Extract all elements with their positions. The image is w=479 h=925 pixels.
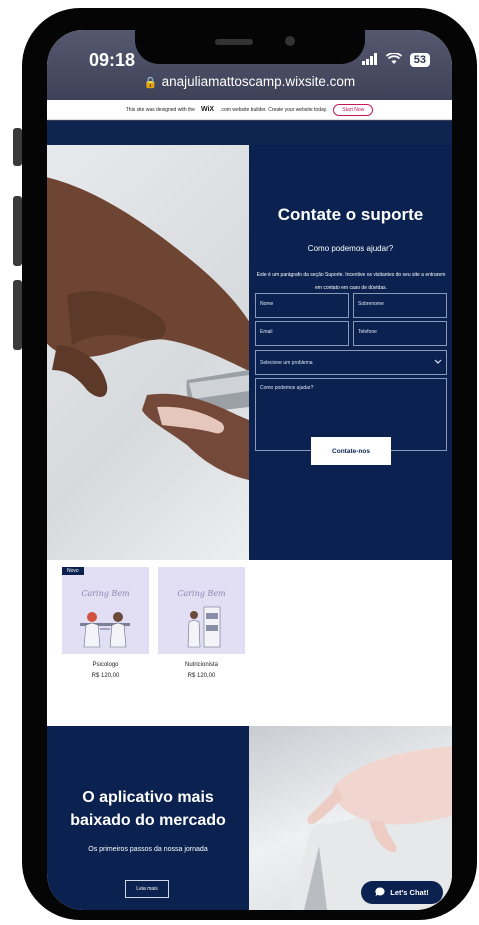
support-subtitle: Como podemos ajudar? [307, 244, 394, 253]
app-title: O aplicativo mais baixado do mercado [47, 786, 249, 832]
lock-icon: 🔒 [143, 77, 158, 89]
mute-switch [13, 128, 22, 166]
site-header [47, 121, 452, 145]
products-gallery: Novo Caring Bem Psicologo R$ 120,00 Cari… [47, 560, 452, 726]
chevron-down-icon [434, 359, 442, 367]
status-time: 09:18 [89, 50, 136, 70]
wifi-icon [385, 52, 402, 68]
name-field[interactable]: Nome [255, 293, 349, 318]
phone-notch [135, 30, 365, 64]
chat-label: Let's Chat! [390, 888, 429, 897]
hands-phone-image [47, 145, 249, 560]
app-subtitle: Os primeiros passos da nossa jornada [88, 846, 208, 853]
speaker-grille [215, 39, 253, 45]
product-price: R$ 120,00 [91, 673, 120, 679]
status-icons: 53 [361, 52, 430, 68]
product-name[interactable]: Nutricionista [158, 662, 245, 668]
phone-screen: 09:18 53 🔒 anajuliamattoscamp.wixsite.com… [47, 30, 452, 910]
wix-logo[interactable]: WiX [201, 106, 214, 113]
front-camera [285, 36, 295, 46]
signal-icon [361, 52, 378, 68]
app-title-line1: O aplicativo mais [82, 789, 214, 806]
wix-banner-text-start: This site was designed with the [125, 106, 195, 113]
start-now-button[interactable]: Start Now [333, 103, 374, 116]
support-paragraph: Este é um parágrafo da seção Suporte. In… [256, 272, 446, 291]
volume-up-button [13, 196, 22, 266]
product-image[interactable]: Caring Bem [158, 567, 245, 654]
product-image[interactable]: Novo Caring Bem [62, 567, 149, 654]
volume-down-button [13, 280, 22, 350]
problem-select[interactable]: Selecione um problema [255, 350, 447, 375]
wix-banner: This site was designed with the WiX .com… [47, 100, 452, 120]
support-form-panel: Contate o suporte Como podemos ajudar? E… [249, 145, 452, 560]
phone-field[interactable]: Telefone [353, 321, 447, 346]
support-section: Contate o suporte Como podemos ajudar? E… [47, 145, 452, 560]
battery-indicator: 53 [409, 53, 430, 67]
lets-chat-button[interactable]: Let's Chat! [361, 881, 443, 904]
support-title: Contate o suporte [277, 205, 424, 224]
chat-bubble-icon [375, 886, 385, 899]
product-price: R$ 120,00 [187, 673, 216, 679]
contact-submit-button[interactable]: Contate-nos [311, 437, 391, 465]
wix-banner-text-end: .com website builder. Create your websit… [220, 106, 328, 113]
product-card[interactable]: Novo Caring Bem Psicologo R$ 120,00 [62, 567, 149, 679]
product-card[interactable]: Caring Bem Nutricionista R$ 120,00 [158, 567, 245, 679]
surname-field[interactable]: Sobrenome [353, 293, 447, 318]
read-more-button[interactable]: Leia mais [125, 880, 169, 898]
product-name[interactable]: Psicologo [62, 662, 149, 668]
problem-select-value: Selecione um problema [260, 359, 313, 366]
app-title-line2: baixado do mercado [70, 812, 226, 829]
url-bar[interactable]: 🔒 anajuliamattoscamp.wixsite.com [47, 74, 452, 89]
app-promo-panel: O aplicativo mais baixado do mercado Os … [47, 726, 249, 910]
email-field[interactable]: Email [255, 321, 349, 346]
url-text: anajuliamattoscamp.wixsite.com [161, 74, 356, 89]
